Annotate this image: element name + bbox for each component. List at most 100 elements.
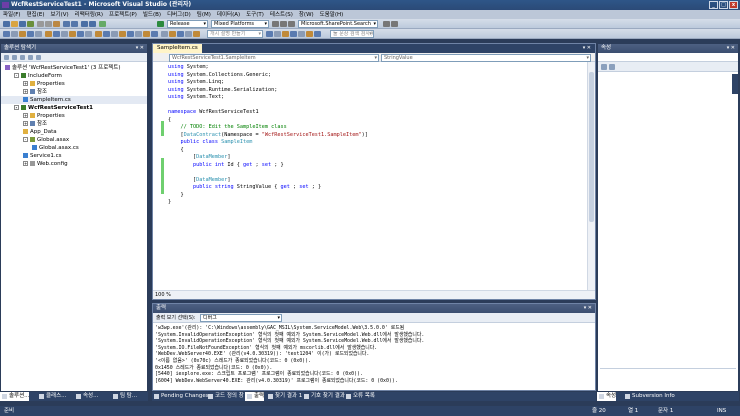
toolbar-icon[interactable] [314, 31, 321, 37]
tree-item[interactable]: - Global.asax [1, 136, 147, 144]
type-combo[interactable]: WcfRestServiceTest1.SampleItem [169, 54, 379, 62]
toolbar-icon[interactable] [71, 21, 78, 27]
collapse-icon[interactable]: - [14, 73, 19, 78]
toolbar-icon[interactable] [61, 31, 68, 37]
output-text[interactable]: 'w3wp.exe'(관리): 'C:\Windows\assembly\GAC… [153, 323, 595, 384]
left-tab-0[interactable]: 솔루션... [0, 392, 30, 401]
toolbar-icon[interactable] [103, 31, 110, 37]
toolbar-icon[interactable] [288, 21, 295, 27]
maximize-button[interactable]: □ [719, 1, 728, 9]
expand-icon[interactable]: + [23, 89, 28, 94]
search-combo[interactable]: 개시 설명 만들기 [207, 30, 263, 38]
expand-icon[interactable]: + [23, 161, 28, 166]
tree-item[interactable]: - IncludeForm [1, 72, 147, 80]
tab-sampleitem[interactable]: SampleItem.cs [153, 44, 202, 53]
bottom-tab-0[interactable]: Pending Changes [152, 392, 209, 401]
tree-item[interactable]: + Properties [1, 80, 147, 88]
output-source-combo[interactable]: 디버그 [200, 314, 282, 322]
toolbar-icon[interactable] [127, 31, 134, 37]
toolbar-icon[interactable] [266, 31, 273, 37]
tree-item[interactable]: 솔루션 'WcfRestServiceTest1' (3 프로젝트) [1, 64, 147, 72]
toolbar-icon[interactable] [95, 31, 102, 37]
platform-combo[interactable]: Mixed Platforms [211, 20, 269, 28]
find-combo[interactable]: 둘 문상 검색 검사(C) [330, 30, 374, 38]
close-icon[interactable]: ▾ ✕ [584, 304, 592, 313]
close-icon[interactable]: ▾ ✕ [136, 44, 144, 53]
tree-item[interactable]: Service1.cs [1, 152, 147, 160]
properties-object-combo[interactable] [598, 53, 738, 62]
tree-item[interactable]: + Web.config [1, 160, 147, 168]
toolbar-icon[interactable] [11, 21, 18, 27]
right-tab-0[interactable]: 속성 [597, 392, 617, 401]
categorized-icon[interactable] [601, 64, 607, 70]
side-tab[interactable] [732, 74, 738, 94]
right-tab-1[interactable]: Subversion Info [623, 392, 675, 401]
toolbar-icon[interactable] [27, 31, 34, 37]
close-button[interactable]: x [729, 1, 738, 9]
bottom-tab-2[interactable]: 출력 [245, 392, 265, 401]
minimize-button[interactable]: _ [709, 1, 718, 9]
toolbar-icon[interactable] [280, 21, 287, 27]
show-all-files-icon[interactable] [12, 55, 17, 60]
expand-icon[interactable]: + [23, 121, 28, 126]
toolbar-icon[interactable] [119, 31, 126, 37]
left-tab-3[interactable]: 팀 탐... [111, 392, 137, 401]
toolbar-icon[interactable] [177, 31, 184, 37]
bottom-tab-4[interactable]: 기호 찾기 결과 [302, 392, 345, 401]
properties-icon[interactable] [4, 55, 9, 60]
tree-item[interactable]: Global.asax.cs [1, 144, 147, 152]
toolbar-icon[interactable] [53, 31, 60, 37]
bottom-tab-3[interactable]: 찾기 결과 1 [266, 392, 302, 401]
toolbar-icon[interactable] [383, 21, 390, 27]
code-text[interactable]: using System; using System.Collections.Ge… [168, 64, 368, 214]
tree-item[interactable]: App_Data [1, 128, 147, 136]
toolbar-icon[interactable] [391, 21, 398, 27]
refresh-icon[interactable] [20, 55, 25, 60]
toolbar-icon[interactable] [89, 21, 96, 27]
bottom-tab-5[interactable]: 오류 목록 [344, 392, 375, 401]
alphabetical-icon[interactable] [609, 64, 615, 70]
view-designer-icon[interactable] [36, 55, 41, 60]
toolbar-icon[interactable] [37, 21, 44, 27]
collapse-icon[interactable]: - [23, 137, 28, 142]
toolbar-icon[interactable] [282, 31, 289, 37]
toolbar-icon[interactable] [185, 31, 192, 37]
close-icon[interactable]: ▾ ✕ [583, 44, 591, 53]
toolbar-icon[interactable] [272, 21, 279, 27]
toolbar-icon[interactable] [3, 31, 10, 37]
expand-icon[interactable]: + [23, 81, 28, 86]
toolbar-icon[interactable] [306, 31, 313, 37]
toolbar-icon[interactable] [99, 21, 106, 27]
toolbar-icon[interactable] [27, 21, 34, 27]
toolbar-icon[interactable] [157, 21, 164, 27]
toolbar-icon[interactable] [19, 21, 26, 27]
toolbar-icon[interactable] [77, 31, 84, 37]
toolbar-icon[interactable] [3, 21, 10, 27]
left-tab-1[interactable]: 클래스... [37, 392, 66, 401]
toolbar-icon[interactable] [169, 31, 176, 37]
bottom-tab-1[interactable]: 코드 정의 창 [206, 392, 244, 401]
tree-item[interactable]: + Properties [1, 112, 147, 120]
toolbar-icon[interactable] [81, 21, 88, 27]
toolbar-icon[interactable] [290, 31, 297, 37]
view-code-icon[interactable] [28, 55, 33, 60]
toolbar-icon[interactable] [161, 31, 168, 37]
config-combo[interactable]: Release [167, 20, 208, 28]
tree-item[interactable]: + 참조 [1, 88, 147, 96]
toolbar-icon[interactable] [274, 31, 281, 37]
expand-icon[interactable]: + [23, 113, 28, 118]
toolbar-icon[interactable] [135, 31, 142, 37]
target-combo[interactable]: Microsoft.SharePoint.Search [298, 20, 378, 28]
vertical-scrollbar[interactable] [587, 62, 595, 291]
toolbar-icon[interactable] [45, 21, 52, 27]
member-combo[interactable]: StringValue [381, 54, 591, 62]
tree-item[interactable]: SampleItem.cs [1, 96, 147, 104]
tree-item[interactable]: - WcfRestServiceTest1 [1, 104, 147, 112]
toolbar-icon[interactable] [45, 31, 52, 37]
toolbar-icon[interactable] [35, 31, 42, 37]
toolbar-icon[interactable] [151, 31, 158, 37]
toolbar-icon[interactable] [11, 31, 18, 37]
horizontal-scrollbar[interactable]: 100 % [153, 290, 595, 299]
toolbar-icon[interactable] [298, 31, 305, 37]
toolbar-icon[interactable] [19, 31, 26, 37]
